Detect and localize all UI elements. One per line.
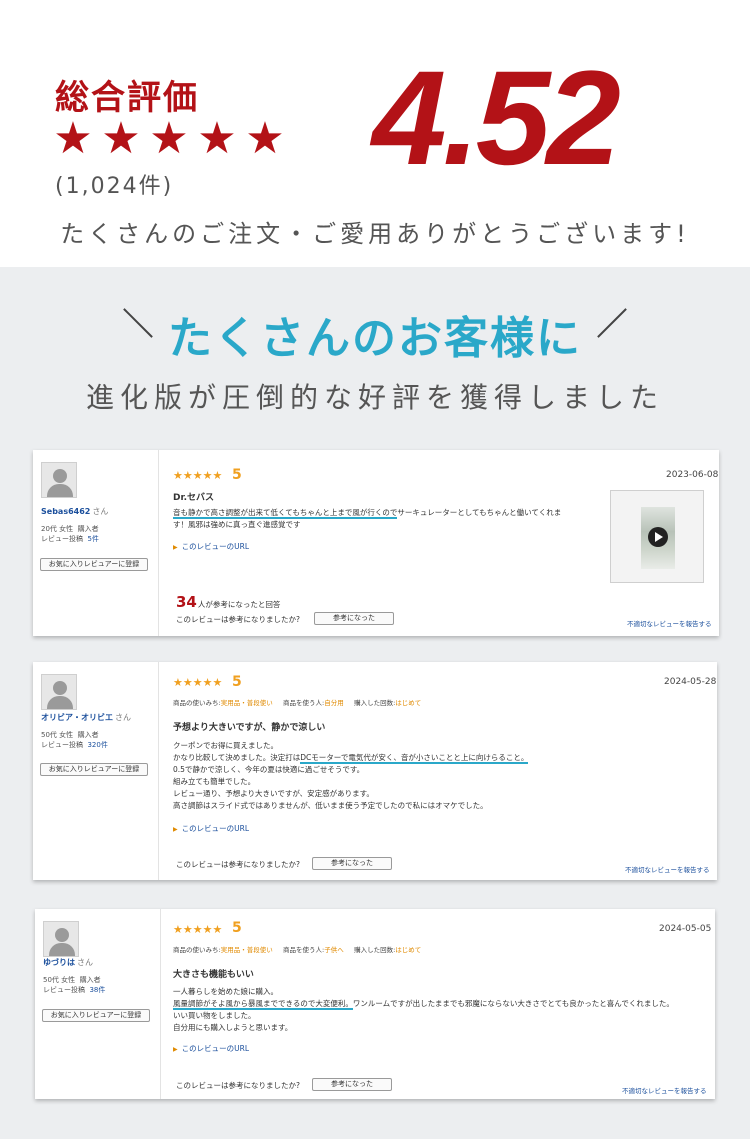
reviewer-column: ゆづりは さん 50代 女性 購入者 レビュー投稿 38件 お気に入りレビュアーに…: [35, 909, 161, 1099]
triangle-right-icon: ▶: [173, 826, 178, 833]
report-review-link[interactable]: 不適切なレビューを報告する: [627, 618, 712, 628]
reviewer-column: オリビア・オリビエ さん 50代 女性 購入者 レビュー投稿 320件 お気に入り…: [33, 662, 159, 880]
review-date: 2024-05-28: [664, 677, 717, 687]
review-card: オリビア・オリビエ さん 50代 女性 購入者 レビュー投稿 320件 お気に入り…: [33, 662, 717, 880]
review-body: 一人暮らしを始めた娘に購入。 風量調節がそよ風から暴風までできるので大変便利。ワ…: [173, 987, 674, 1032]
review-meta: 商品の使いみち:実用品・普段使い 商品を使う人:子供へ 購入した回数:はじめて: [173, 946, 422, 954]
star-icon: ★: [197, 113, 237, 164]
reviewer-info: 20代 女性 購入者 レビュー投稿 5件: [41, 525, 99, 543]
add-favorite-reviewer-button[interactable]: お気に入りレビュアーに登録: [40, 558, 148, 571]
report-review-link[interactable]: 不適切なレビューを報告する: [625, 864, 710, 874]
avatar: [41, 674, 77, 710]
review-card: ゆづりは さん 50代 女性 購入者 レビュー投稿 38件 お気に入りレビュアーに…: [35, 909, 715, 1099]
triangle-right-icon: ▶: [173, 544, 178, 551]
report-review-link[interactable]: 不適切なレビューを報告する: [622, 1085, 707, 1095]
reviewer-info: 50代 女性 購入者 レビュー投稿 320件: [41, 731, 108, 749]
review-score: 5: [232, 467, 242, 483]
overall-score: 4.52: [372, 44, 621, 193]
overall-rating-label: 総合評価: [55, 78, 199, 118]
review-card: Sebas6462 さん 20代 女性 購入者 レビュー投稿 5件 お気に入りレビ…: [33, 450, 719, 636]
helpful-question: このレビューは参考になりましたか?: [176, 1081, 300, 1090]
star-icon: ★: [149, 113, 189, 164]
helpful-button[interactable]: 参考になった: [314, 612, 394, 625]
review-url-link[interactable]: ▶ このレビューのURL: [173, 1043, 249, 1054]
banner-subline: 進化版が圧倒的な好評を獲得しました: [85, 381, 664, 414]
star-icon: ★: [53, 113, 93, 164]
triangle-right-icon: ▶: [173, 1046, 178, 1053]
thanks-message: たくさんのご注文・ご愛用ありがとうございます!: [60, 220, 690, 248]
reviewer-info: 50代 女性 購入者 レビュー投稿 38件: [43, 976, 106, 994]
rating-summary: 総合評価 ★ ★ ★ ★ ★ (1,024件) 4.52 たくさんのご注文・ご愛…: [0, 0, 750, 267]
review-title: 大きさも機能もいい: [173, 970, 254, 980]
helpful-question: このレビューは参考になりましたか?: [176, 860, 300, 869]
review-date: 2024-05-05: [659, 924, 712, 934]
review-url-link[interactable]: ▶ このレビューのURL: [173, 541, 249, 552]
review-body: 音も静かで高さ調整が出来て低くてもちゃんと上まで風が行くのでサーキュレーターとし…: [173, 508, 562, 529]
review-title: 予想より大きいですが、静かで涼しい: [173, 723, 326, 733]
review-url-link[interactable]: ▶ このレビューのURL: [173, 823, 249, 834]
overall-stars: ★ ★ ★ ★ ★: [52, 113, 286, 164]
review-stars: ★★★★★: [173, 469, 223, 482]
review-stars: ★★★★★: [173, 923, 223, 936]
star-icon: ★: [245, 113, 285, 164]
review-meta: 商品の使いみち:実用品・普段使い 商品を使う人:自分用 購入した回数:はじめて: [173, 699, 422, 707]
review-title: Dr.セバス: [173, 493, 215, 503]
add-favorite-reviewer-button[interactable]: お気に入りレビュアーに登録: [42, 1009, 150, 1022]
review-stars: ★★★★★: [173, 676, 223, 689]
review-score: 5: [232, 920, 242, 936]
reviewer-name[interactable]: Sebas6462 さん: [41, 506, 108, 517]
helpful-button[interactable]: 参考になった: [312, 857, 392, 870]
add-favorite-reviewer-button[interactable]: お気に入りレビュアーに登録: [40, 763, 148, 776]
reviewer-name[interactable]: オリビア・オリビエ さん: [41, 712, 131, 723]
play-icon[interactable]: [648, 527, 668, 547]
avatar: [43, 921, 79, 957]
review-score: 5: [232, 674, 242, 690]
review-video-thumbnail[interactable]: [610, 490, 704, 583]
helpful-button[interactable]: 参考になった: [312, 1078, 392, 1091]
avatar: [41, 462, 77, 498]
reviewer-column: Sebas6462 さん 20代 女性 購入者 レビュー投稿 5件 お気に入りレビ…: [33, 450, 159, 636]
review-count: (1,024件): [55, 174, 174, 199]
helpful-question: このレビューは参考になりましたか?: [176, 615, 300, 624]
star-icon: ★: [101, 113, 141, 164]
helpful-count: 34人が参考になったと回答: [176, 593, 281, 611]
banner-headline: たくさんのお客様に: [168, 313, 582, 364]
review-body: クーポンでお得に買えました。 かなり比較して決めました。決定打はDCモーターで電…: [173, 741, 529, 810]
review-date: 2023-06-08: [666, 470, 719, 480]
reviewer-name[interactable]: ゆづりは さん: [43, 957, 93, 968]
